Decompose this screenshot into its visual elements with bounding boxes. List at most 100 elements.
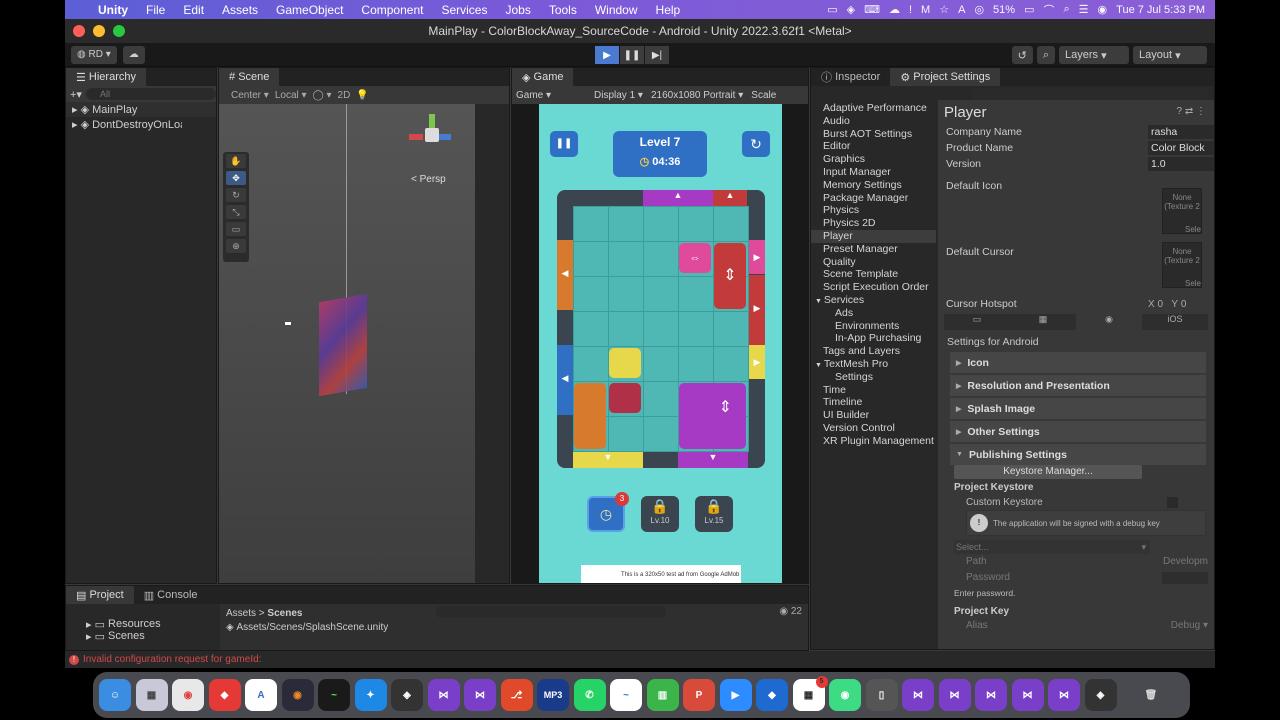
- launchpad-icon[interactable]: ▦: [135, 679, 168, 711]
- menu-component[interactable]: Component: [352, 3, 432, 17]
- settings-cat-editor[interactable]: Editor: [811, 140, 936, 153]
- tab-hierarchy[interactable]: ☰ Hierarchy: [66, 68, 146, 86]
- settings-search[interactable]: [971, 88, 1209, 100]
- game-view-dropdown[interactable]: Game ▾: [516, 90, 586, 101]
- company-field[interactable]: rasha: [1148, 125, 1214, 139]
- tab-inspector[interactable]: ⓘ Inspector: [811, 68, 890, 86]
- settings-cat-burst[interactable]: Burst AOT Settings: [811, 128, 936, 141]
- settings-cat-timeline[interactable]: Timeline: [811, 396, 936, 409]
- pause-button[interactable]: ❚❚: [620, 46, 644, 64]
- settings-cat-script-order[interactable]: Script Execution Order: [811, 281, 936, 294]
- control-center-icon[interactable]: ☰: [1079, 3, 1089, 16]
- siri-icon[interactable]: ◉: [1098, 3, 1108, 16]
- menu-edit[interactable]: Edit: [174, 3, 213, 17]
- settings-cat-scene-template[interactable]: Scene Template: [811, 268, 936, 281]
- pause-game-button[interactable]: ❚❚: [550, 131, 578, 157]
- mp3-converter-icon[interactable]: MP3: [537, 679, 569, 711]
- numbers-icon[interactable]: ▥: [646, 679, 679, 711]
- visual-studio-icon-4[interactable]: ⋈: [938, 679, 971, 711]
- star-icon[interactable]: ☆: [939, 3, 949, 16]
- block-darkred[interactable]: [609, 383, 641, 413]
- pages-icon[interactable]: P: [683, 679, 715, 711]
- game-viewport[interactable]: ❚❚ Level 7 ◷ 04:36 ↻ ▲ ▲ ◀ ◀ ▶ ▶ ▶ ▼ ▼ ⇔…: [512, 104, 808, 583]
- hierarchy-item-dontdestroy[interactable]: ▸ ◈ DontDestroyOnLoad: [66, 117, 216, 132]
- block-orange[interactable]: [574, 383, 606, 449]
- menu-jobs[interactable]: Jobs: [496, 3, 539, 17]
- alert-icon[interactable]: !: [909, 4, 912, 16]
- pivot-dropdown[interactable]: Center ▾: [231, 90, 269, 101]
- foldout-icon[interactable]: ▶ Icon: [950, 352, 1206, 373]
- project-tree-resources[interactable]: ▸ ▭ Resources: [66, 618, 220, 631]
- cloud-button[interactable]: ☁: [122, 45, 145, 64]
- password-field[interactable]: [1162, 572, 1208, 584]
- settings-cat-preset[interactable]: Preset Manager: [811, 243, 936, 256]
- settings-cat-adaptive[interactable]: Adaptive Performance: [811, 102, 936, 115]
- anydesk-icon[interactable]: ◆: [208, 679, 241, 711]
- unity-status-icon[interactable]: ◈: [847, 3, 855, 16]
- activity-monitor-icon[interactable]: ~: [318, 679, 350, 711]
- move-tool[interactable]: ✥: [226, 171, 246, 185]
- settings-cat-textmesh[interactable]: ▼ TextMesh Pro: [811, 358, 936, 371]
- visual-studio-icon-3[interactable]: ⋈: [902, 679, 934, 711]
- settings-cat-services[interactable]: ▼ Services: [811, 294, 936, 307]
- menu-help[interactable]: Help: [647, 3, 690, 17]
- screen-mirror-icon[interactable]: ▭: [827, 3, 837, 16]
- custom-keystore-checkbox[interactable]: [1167, 497, 1178, 508]
- block-red-vertical[interactable]: ⇕: [714, 243, 746, 309]
- visual-studio-icon[interactable]: ⋈: [427, 679, 460, 711]
- xcode-icon[interactable]: ◆: [756, 679, 788, 711]
- foldout-splash[interactable]: ▶ Splash Image: [950, 398, 1206, 419]
- gizmo-dropdown[interactable]: ◯ ▾: [313, 90, 332, 101]
- mail-icon[interactable]: M: [921, 4, 930, 16]
- chrome-icon[interactable]: ◉: [172, 679, 204, 711]
- status-bar[interactable]: ! Invalid configuration request for game…: [65, 651, 1215, 668]
- rotate-tool[interactable]: ↻: [226, 188, 246, 202]
- ad-banner[interactable]: This is a 320x50 test ad from Google AdM…: [581, 565, 741, 583]
- simulator-icon[interactable]: ▯: [865, 679, 898, 711]
- scene-viewport[interactable]: ✋ ✥ ↻ ⤡ ▭ ⊕ < Persp: [219, 104, 475, 583]
- breadcrumb-scenes[interactable]: Scenes: [267, 608, 302, 619]
- settings-cat-xr[interactable]: XR Plugin Management: [811, 435, 936, 448]
- hotspot-x-field[interactable]: 0: [1157, 299, 1163, 310]
- trash-icon[interactable]: 🗑: [1135, 679, 1167, 711]
- hierarchy-search[interactable]: All: [85, 88, 216, 100]
- freeform-icon[interactable]: ~: [610, 679, 642, 711]
- settings-cat-tmp-settings[interactable]: Settings: [811, 371, 936, 384]
- unity-icon[interactable]: ◈: [1084, 679, 1117, 711]
- android-studio-icon[interactable]: ◉: [829, 679, 861, 711]
- settings-cat-uibuilder[interactable]: UI Builder: [811, 409, 936, 422]
- eye-icon[interactable]: ◉: [779, 606, 791, 617]
- select-button[interactable]: Sele: [1163, 225, 1201, 234]
- history-button[interactable]: ↺: [1011, 46, 1033, 64]
- restart-button[interactable]: ↻: [742, 131, 770, 157]
- app-store-icon[interactable]: ▦ 5: [792, 676, 828, 711]
- settings-cat-input[interactable]: Input Manager: [811, 166, 936, 179]
- menu-assets[interactable]: Assets: [213, 3, 267, 17]
- tab-console[interactable]: ▥ Console: [134, 586, 208, 604]
- scene-gizmo[interactable]: [403, 114, 455, 166]
- menu-services[interactable]: Services: [432, 3, 496, 17]
- block-purple-l[interactable]: ⇕: [679, 383, 746, 449]
- booster-clock[interactable]: ◷ 3: [587, 492, 629, 532]
- input-source-icon[interactable]: A: [958, 4, 965, 16]
- menu-file[interactable]: File: [137, 3, 174, 17]
- foldout-other[interactable]: ▶ Other Settings: [950, 421, 1206, 442]
- space-dropdown[interactable]: Local ▾: [275, 90, 307, 101]
- clock[interactable]: Tue 7 Jul 5:33 PM: [1116, 4, 1205, 16]
- alias-dropdown[interactable]: Debug ▾: [1171, 620, 1208, 631]
- settings-cat-quality[interactable]: Quality: [811, 256, 936, 269]
- play-button[interactable]: ▶: [595, 46, 619, 64]
- display-dropdown[interactable]: Display 1 ▾: [594, 90, 643, 101]
- platform-tab-android[interactable]: ◉: [1076, 314, 1142, 330]
- product-field[interactable]: Color Block A: [1148, 141, 1214, 168]
- rect-tool[interactable]: ▭: [226, 222, 246, 236]
- settings-cat-time[interactable]: Time: [811, 384, 936, 397]
- layers-dropdown[interactable]: Layers ▾: [1059, 46, 1129, 64]
- account-button[interactable]: ◍ RD ▾: [71, 45, 117, 64]
- search-icon[interactable]: ⌕: [1063, 3, 1069, 16]
- step-button[interactable]: ▶|: [645, 46, 669, 64]
- platform-tab-desktop[interactable]: ▭: [944, 314, 1010, 330]
- project-search[interactable]: [436, 606, 666, 618]
- settings-cat-tags[interactable]: Tags and Layers: [811, 345, 936, 358]
- lighting-icon[interactable]: 💡: [356, 90, 368, 101]
